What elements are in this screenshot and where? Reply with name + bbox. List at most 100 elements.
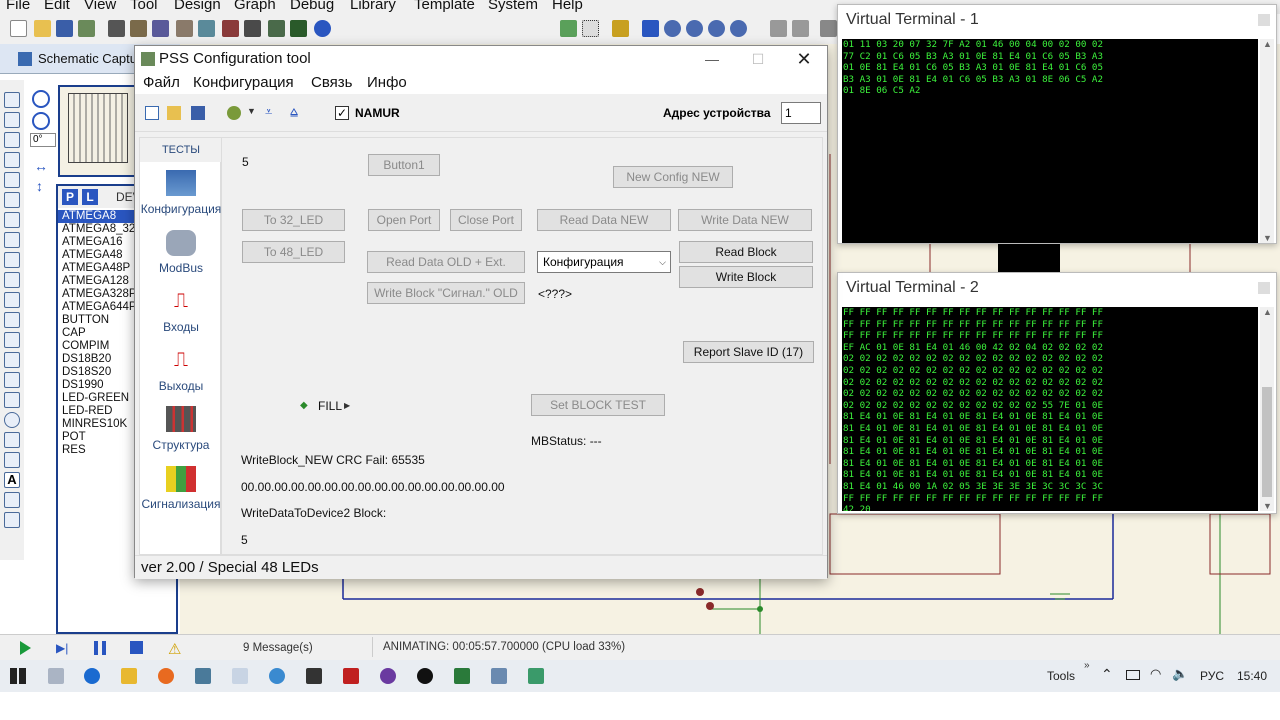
menu-system[interactable]: System bbox=[488, 0, 538, 13]
side-item-alarm[interactable]: Сигнализация bbox=[140, 497, 222, 511]
mirror-horizontal-icon[interactable]: ↔ bbox=[34, 158, 50, 174]
media-app-icon[interactable] bbox=[380, 668, 396, 684]
clock[interactable]: 15:40 bbox=[1237, 669, 1267, 683]
menu-debug[interactable]: Debug bbox=[290, 0, 334, 13]
pss-title-bar[interactable]: PSS Configuration tool — ☐ ✕ bbox=[135, 46, 827, 72]
minimize-button[interactable]: — bbox=[689, 46, 735, 72]
circle-tool-icon[interactable] bbox=[4, 412, 20, 428]
menu-graph[interactable]: Graph bbox=[234, 0, 276, 13]
undo-icon[interactable] bbox=[770, 20, 787, 37]
pss-menu-file[interactable]: Файл bbox=[143, 74, 180, 91]
cut-icon[interactable] bbox=[820, 20, 837, 37]
zoom-all-icon[interactable] bbox=[708, 20, 725, 37]
notes-icon[interactable] bbox=[244, 20, 261, 37]
pan-icon[interactable] bbox=[642, 20, 659, 37]
play-icon[interactable] bbox=[20, 641, 31, 655]
zoom-out-icon[interactable] bbox=[686, 20, 703, 37]
menu-help[interactable]: Help bbox=[552, 0, 583, 13]
new-config-button[interactable]: New Config NEW bbox=[613, 166, 733, 188]
marker-tool-icon[interactable] bbox=[4, 512, 20, 528]
structure-icon[interactable] bbox=[166, 406, 196, 432]
firefox-icon[interactable] bbox=[158, 668, 174, 684]
battery-icon[interactable] bbox=[1126, 670, 1140, 680]
pin-tool-icon[interactable] bbox=[4, 252, 20, 268]
grid-icon[interactable] bbox=[582, 20, 599, 37]
modbus-icon[interactable] bbox=[166, 230, 196, 256]
file-explorer-icon[interactable] bbox=[121, 668, 137, 684]
open-folder-icon[interactable] bbox=[34, 20, 51, 37]
upload-icon[interactable]: ⩠ bbox=[290, 104, 298, 120]
graph-tool-icon[interactable] bbox=[4, 272, 20, 288]
box-tool-icon[interactable] bbox=[4, 392, 20, 408]
new-file-icon[interactable] bbox=[10, 20, 27, 37]
fill-label[interactable]: FILL bbox=[318, 399, 342, 413]
schematic-icon[interactable] bbox=[130, 20, 147, 37]
text-script-icon[interactable] bbox=[4, 172, 20, 188]
pss-tool-icon[interactable] bbox=[491, 668, 507, 684]
zoom-area-icon[interactable] bbox=[730, 20, 747, 37]
chevron-right-icon[interactable]: ▶ bbox=[344, 401, 350, 410]
scroll-up-icon[interactable]: ▲ bbox=[1263, 307, 1272, 317]
network-app-icon[interactable] bbox=[195, 668, 211, 684]
gallery-icon[interactable] bbox=[176, 20, 193, 37]
monitor-app-icon[interactable] bbox=[528, 668, 544, 684]
tools-label[interactable]: Tools bbox=[1047, 669, 1075, 683]
terminal-2-scrollbar[interactable]: ▲ ▼ bbox=[1260, 307, 1274, 511]
refresh-icon[interactable] bbox=[560, 20, 577, 37]
configuration-icon[interactable] bbox=[166, 170, 196, 196]
read-block-button[interactable]: Read Block bbox=[679, 241, 813, 263]
read-data-new-button[interactable]: Read Data NEW bbox=[537, 209, 671, 231]
outputs-icon[interactable]: ⎍ bbox=[166, 349, 196, 375]
terminal-1-scrollbar[interactable]: ▲ ▼ bbox=[1260, 39, 1274, 243]
rotate-cw-icon[interactable] bbox=[32, 90, 50, 108]
subcircuit-icon[interactable] bbox=[4, 212, 20, 228]
menu-design[interactable]: Design bbox=[174, 0, 221, 13]
terminal-1-close-button[interactable] bbox=[1258, 14, 1270, 26]
bus-tool-icon[interactable] bbox=[4, 192, 20, 208]
scroll-down-icon[interactable]: ▼ bbox=[1263, 233, 1272, 243]
keyboard-icon[interactable] bbox=[48, 668, 64, 684]
open-port-button[interactable]: Open Port bbox=[368, 209, 440, 231]
close-port-button[interactable]: Close Port bbox=[450, 209, 522, 231]
set-block-test-button[interactable]: Set BLOCK TEST bbox=[531, 394, 665, 416]
to48-led-button[interactable]: To 48_LED bbox=[242, 241, 345, 263]
side-item-structure[interactable]: Структура bbox=[140, 438, 222, 452]
warning-icon[interactable]: ⚠ bbox=[168, 640, 181, 658]
menu-edit[interactable]: Edit bbox=[44, 0, 70, 13]
scroll-down-icon[interactable]: ▼ bbox=[1263, 501, 1272, 511]
menu-file[interactable]: File bbox=[6, 0, 30, 13]
address-input[interactable] bbox=[781, 102, 821, 124]
terminal-app-icon[interactable] bbox=[306, 668, 322, 684]
instrument-tool-icon[interactable] bbox=[4, 352, 20, 368]
inputs-icon[interactable]: ⎍ bbox=[166, 290, 196, 316]
toolbar-expand-icon[interactable]: » bbox=[1084, 660, 1090, 671]
stop-icon[interactable] bbox=[130, 641, 143, 654]
label-tool-icon[interactable] bbox=[4, 152, 20, 168]
side-tab-tests[interactable]: ТЕСТЫ bbox=[140, 138, 222, 162]
archive-app-icon[interactable] bbox=[343, 668, 359, 684]
windows-start-icon[interactable] bbox=[10, 668, 26, 684]
side-item-outputs[interactable]: Выходы bbox=[140, 379, 222, 393]
arc-tool-icon[interactable] bbox=[4, 432, 20, 448]
write-block-old-button[interactable]: Write Block "Сигнал." OLD bbox=[367, 282, 525, 304]
mode-combobox[interactable]: Конфигурация ⌵ bbox=[537, 251, 671, 273]
home-icon[interactable] bbox=[108, 20, 125, 37]
close-button[interactable]: ✕ bbox=[781, 46, 827, 72]
line-tool-icon[interactable] bbox=[4, 372, 20, 388]
code-icon[interactable] bbox=[268, 20, 285, 37]
settings-app-icon[interactable] bbox=[269, 668, 285, 684]
text-tool-icon[interactable]: A bbox=[4, 472, 20, 488]
notepad-icon[interactable] bbox=[232, 668, 248, 684]
scroll-up-icon[interactable]: ▲ bbox=[1263, 39, 1272, 49]
wifi-icon[interactable]: ◠ bbox=[1150, 666, 1161, 682]
pause-icon[interactable] bbox=[94, 641, 106, 655]
symbol-tool-icon[interactable] bbox=[4, 492, 20, 508]
tape-tool-icon[interactable] bbox=[4, 292, 20, 308]
probe-tool-icon[interactable] bbox=[4, 332, 20, 348]
alarm-icon[interactable] bbox=[166, 466, 196, 492]
import-icon[interactable] bbox=[78, 20, 95, 37]
edge-icon[interactable] bbox=[84, 668, 100, 684]
volume-icon[interactable]: 🔈 bbox=[1172, 666, 1188, 682]
terminal-2-close-button[interactable] bbox=[1258, 282, 1270, 294]
redo-icon[interactable] bbox=[792, 20, 809, 37]
